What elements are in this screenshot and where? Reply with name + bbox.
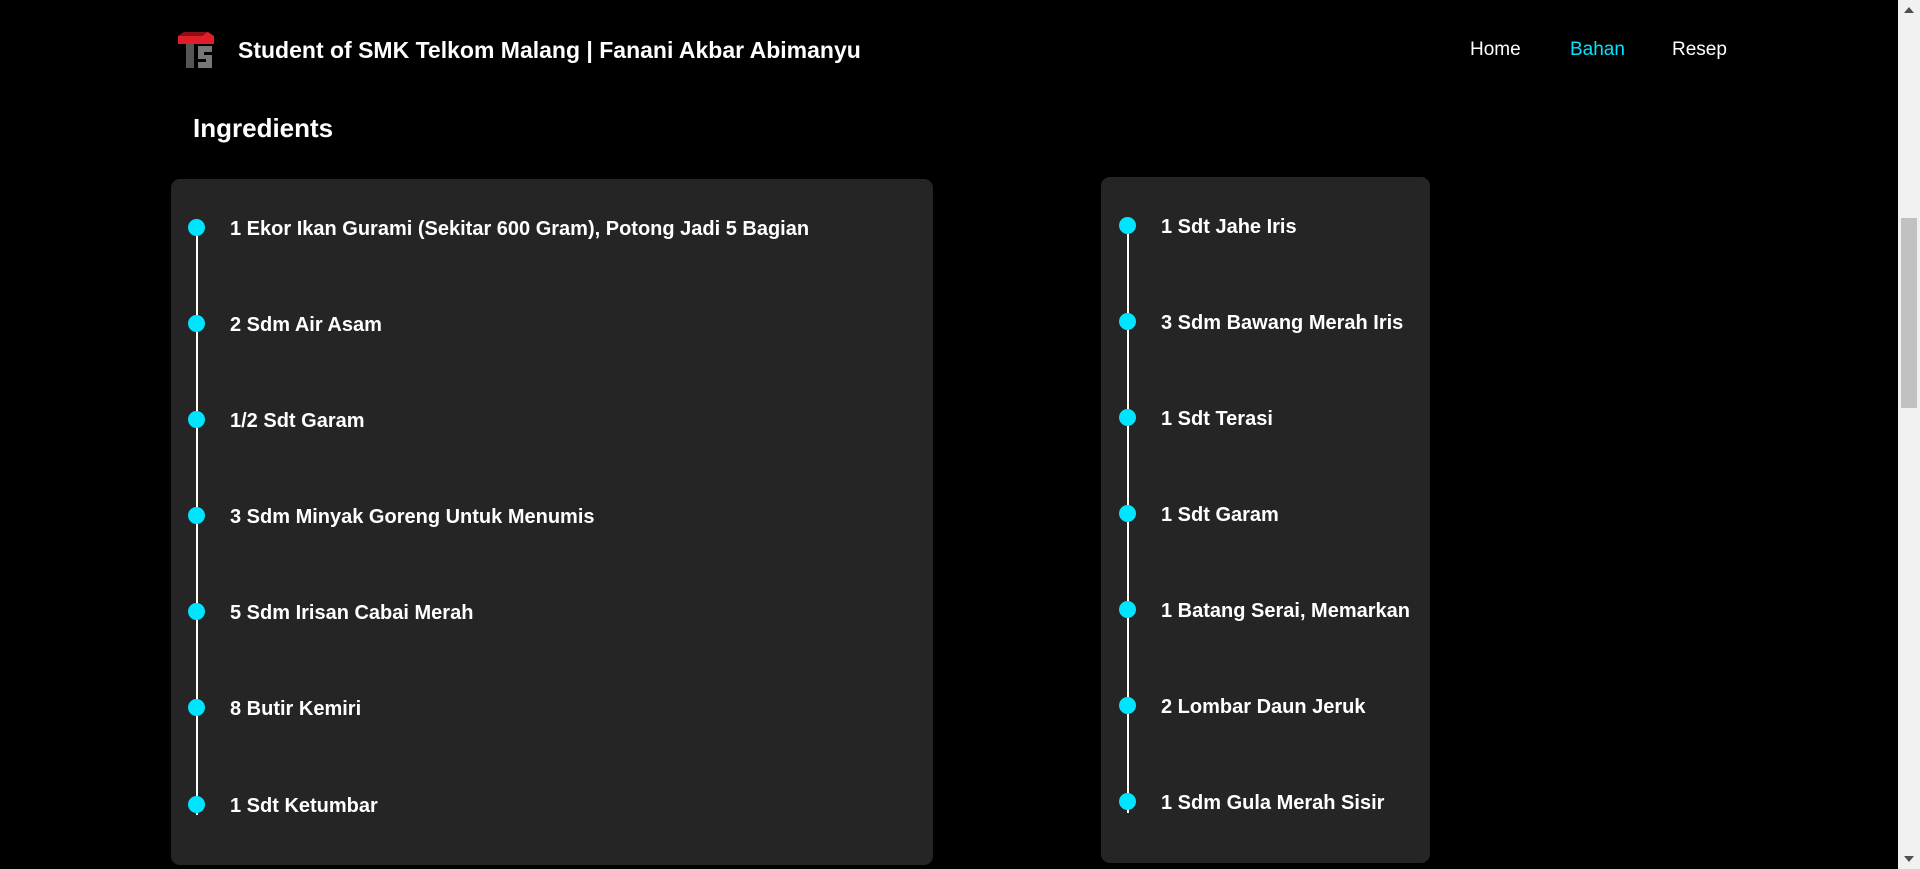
ingredients-card-left: 1 Ekor Ikan Gurami (Sekitar 600 Gram), P…	[171, 179, 933, 865]
timeline-dot	[1119, 697, 1136, 714]
timeline-dot	[188, 411, 205, 428]
ingredient-label: 1/2 Sdt Garam	[230, 410, 365, 432]
ingredient-label: 2 Sdm Air Asam	[230, 314, 382, 336]
ingredient-label: 2 Lombar Daun Jeruk	[1161, 696, 1366, 718]
ingredient-label: 1 Sdt Ketumbar	[230, 795, 378, 817]
vertical-scrollbar[interactable]	[1898, 0, 1920, 869]
scrollbar-thumb[interactable]	[1901, 218, 1917, 408]
timeline-dot	[1119, 313, 1136, 330]
section-title: Ingredients	[193, 113, 334, 143]
nav-link-resep[interactable]: Resep	[1672, 38, 1727, 62]
nav-link-bahan[interactable]: Bahan	[1570, 38, 1625, 62]
ingredient-label: 5 Sdm Irisan Cabai Merah	[230, 602, 474, 624]
timeline-dot	[188, 315, 205, 332]
ingredient-item: 1 Sdt Ketumbar	[171, 790, 933, 820]
page: Student of SMK Telkom Malang | Fanani Ak…	[0, 0, 1920, 869]
timeline-dot	[188, 796, 205, 813]
ingredient-label: 1 Sdt Jahe Iris	[1161, 216, 1297, 238]
ingredient-label: 1 Sdt Garam	[1161, 504, 1279, 526]
ingredient-label: 8 Butir Kemiri	[230, 698, 362, 720]
scroll-up-arrow-icon[interactable]	[1904, 7, 1914, 13]
ingredient-item: 1 Ekor Ikan Gurami (Sekitar 600 Gram), P…	[171, 213, 933, 243]
timeline-dot	[1119, 601, 1136, 618]
ingredient-item: 1 Sdt Garam	[1101, 499, 1430, 529]
timeline-dot	[1119, 217, 1136, 234]
ingredient-label: 1 Sdm Gula Merah Sisir	[1161, 792, 1385, 814]
ingredient-item: 8 Butir Kemiri	[171, 693, 933, 723]
ingredient-item: 2 Sdm Air Asam	[171, 309, 933, 339]
ingredient-label: 1 Batang Serai, Memarkan	[1161, 600, 1410, 622]
ingredient-item: 5 Sdm Irisan Cabai Merah	[171, 597, 933, 627]
timeline-dot	[1119, 793, 1136, 810]
ingredient-item: 1/2 Sdt Garam	[171, 405, 933, 435]
nav-link-home[interactable]: Home	[1470, 38, 1521, 62]
ingredient-item: 3 Sdm Minyak Goreng Untuk Menumis	[171, 501, 933, 531]
ingredient-item: 1 Batang Serai, Memarkan	[1101, 595, 1430, 625]
timeline-dot	[188, 219, 205, 236]
ingredient-label: 1 Ekor Ikan Gurami (Sekitar 600 Gram), P…	[230, 218, 810, 240]
timeline-dot	[1119, 409, 1136, 426]
ingredients-card-right: 1 Sdt Jahe Iris 3 Sdm Bawang Merah Iris …	[1101, 177, 1430, 863]
telkom-schools-logo-icon[interactable]	[178, 32, 220, 70]
ingredient-item: 3 Sdm Bawang Merah Iris	[1101, 307, 1430, 337]
ingredient-item: 1 Sdt Jahe Iris	[1101, 211, 1430, 241]
ingredient-label: 3 Sdm Minyak Goreng Untuk Menumis	[230, 506, 595, 528]
ingredient-label: 3 Sdm Bawang Merah Iris	[1161, 312, 1404, 334]
scroll-down-arrow-icon[interactable]	[1904, 856, 1914, 862]
navbar: Student of SMK Telkom Malang | Fanani Ak…	[0, 0, 1898, 100]
ingredient-item: 1 Sdm Gula Merah Sisir	[1101, 787, 1430, 817]
timeline-dot	[1119, 505, 1136, 522]
timeline-dot	[188, 603, 205, 620]
ingredient-label: 1 Sdt Terasi	[1161, 408, 1273, 430]
site-brand[interactable]: Student of SMK Telkom Malang | Fanani Ak…	[238, 36, 861, 64]
timeline-dot	[188, 507, 205, 524]
ingredient-item: 2 Lombar Daun Jeruk	[1101, 691, 1430, 721]
timeline-dot	[188, 699, 205, 716]
ingredient-item: 1 Sdt Terasi	[1101, 403, 1430, 433]
